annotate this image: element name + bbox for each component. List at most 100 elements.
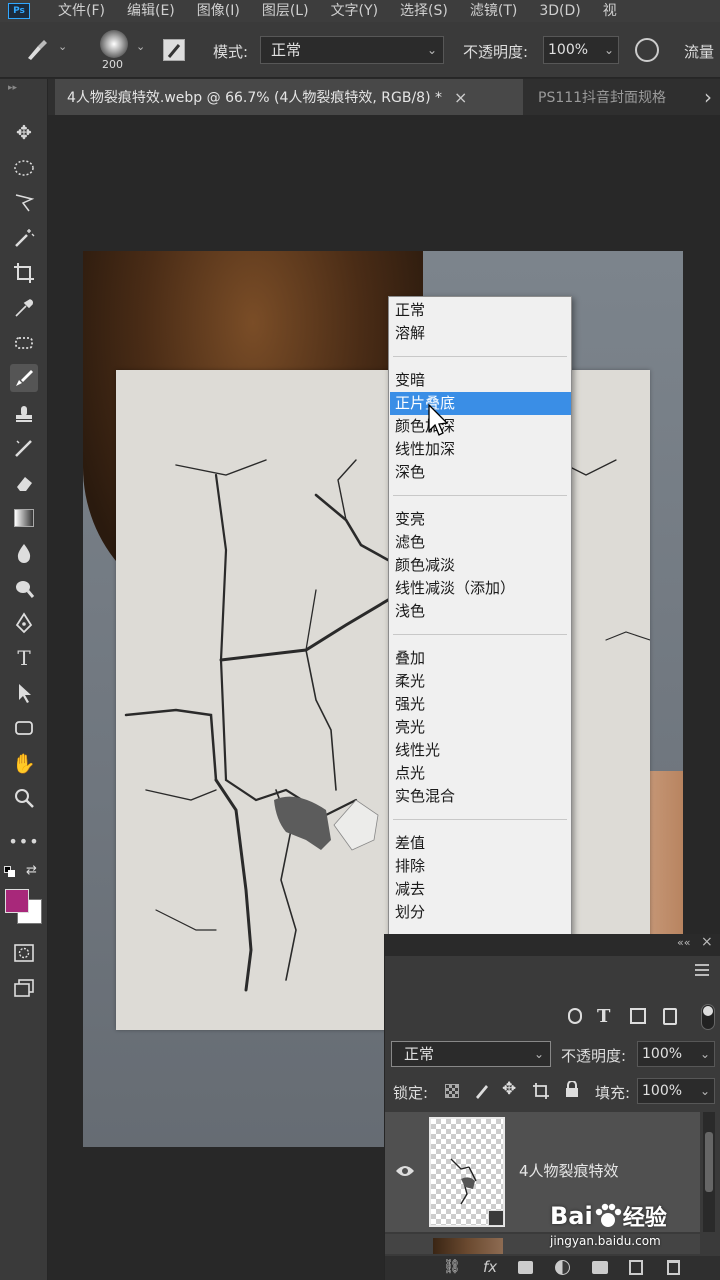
blend-mode-option[interactable]: 变亮	[390, 508, 571, 531]
menu-edit[interactable]: 编辑(E)	[127, 4, 175, 18]
quick-mask-icon[interactable]	[10, 939, 38, 967]
blend-mode-separator	[393, 819, 567, 820]
tab-active-document[interactable]: 4人物裂痕特效.webp @ 66.7% (4人物裂痕特效, RGB/8) * …	[55, 79, 523, 115]
lock-image-icon[interactable]	[473, 1080, 491, 1100]
blend-mode-option[interactable]: 滤色	[390, 531, 571, 554]
blend-mode-option[interactable]: 颜色加深	[390, 415, 571, 438]
move-tool-icon[interactable]: ✥	[10, 119, 38, 147]
lock-artboard-icon[interactable]	[532, 1082, 550, 1100]
filter-adjustment-icon[interactable]	[568, 1008, 582, 1024]
new-layer-icon[interactable]	[629, 1260, 643, 1275]
link-layers-icon[interactable]: ⛓	[443, 1259, 461, 1275]
blend-mode-option[interactable]: 线性加深	[390, 438, 571, 461]
new-group-icon[interactable]	[592, 1261, 608, 1274]
path-selection-icon[interactable]	[10, 679, 38, 707]
layers-scrollbar[interactable]	[703, 1112, 715, 1232]
blend-mode-option[interactable]: 划分	[390, 901, 571, 924]
panel-menu-icon[interactable]	[695, 964, 709, 976]
more-tools-icon[interactable]: •••	[8, 827, 38, 855]
blend-mode-option[interactable]: 深色	[390, 461, 571, 484]
delete-layer-icon[interactable]	[667, 1260, 680, 1275]
mode-select[interactable]: 正常 ⌄	[260, 36, 444, 64]
pen-tool-icon[interactable]	[10, 609, 38, 637]
type-tool-icon[interactable]: T	[10, 644, 38, 672]
menu-3d[interactable]: 3D(D)	[539, 4, 580, 18]
swap-colors-icon[interactable]: ⇄	[26, 863, 37, 878]
menu-select[interactable]: 选择(S)	[400, 4, 448, 18]
visibility-eye-icon[interactable]	[395, 1164, 415, 1178]
history-brush-icon[interactable]	[10, 434, 38, 462]
brush-size-preview-icon[interactable]	[100, 30, 128, 58]
filter-smart-object-icon[interactable]	[663, 1008, 677, 1025]
healing-brush-icon[interactable]	[10, 329, 38, 357]
chevron-down-icon[interactable]: ⌄	[58, 40, 67, 53]
filter-shape-icon[interactable]	[630, 1008, 646, 1024]
blend-mode-option[interactable]: 减去	[390, 878, 571, 901]
menu-image[interactable]: 图像(I)	[197, 4, 240, 18]
layer-opacity-value: 100%	[642, 1046, 683, 1062]
blend-mode-option[interactable]: 柔光	[390, 670, 571, 693]
add-mask-icon[interactable]	[518, 1261, 533, 1274]
gradient-tool-icon[interactable]	[10, 504, 38, 532]
crop-tool-icon[interactable]	[10, 259, 38, 287]
tab-inactive-document[interactable]: PS111抖音封面规格	[528, 79, 693, 115]
filter-toggle-icon[interactable]	[701, 1004, 715, 1030]
watermark-brand-cn: 经验	[622, 1206, 667, 1231]
menu-layer[interactable]: 图层(L)	[262, 4, 309, 18]
close-icon[interactable]: ×	[454, 88, 467, 107]
filter-type-icon[interactable]: T	[597, 1006, 610, 1027]
menu-type[interactable]: 文字(Y)	[331, 4, 378, 18]
blend-mode-option[interactable]: 实色混合	[390, 785, 571, 808]
blend-mode-option[interactable]: 叠加	[390, 647, 571, 670]
menu-file[interactable]: 文件(F)	[58, 4, 105, 18]
blend-mode-option[interactable]: 线性光	[390, 739, 571, 762]
collapse-panel-icon[interactable]: ««	[677, 936, 690, 949]
blend-mode-option[interactable]: 溶解	[390, 322, 571, 345]
magic-wand-icon[interactable]	[10, 224, 38, 252]
tabs-scroll-arrow-icon[interactable]: ›	[704, 85, 712, 109]
panel-collapse-icon[interactable]: ▸▸	[8, 83, 17, 93]
blend-mode-dropdown[interactable]: 正常 溶解变暗 正片叠底 颜色加深 线性加深 深色变亮 滤色 颜色减淡 线性减淡（添加） 浅色叠加…	[388, 296, 572, 1040]
zoom-tool-icon[interactable]	[10, 784, 38, 812]
blend-mode-option[interactable]: 亮光	[390, 716, 571, 739]
default-colors-icon[interactable]	[4, 866, 16, 878]
blend-mode-option[interactable]: 浅色	[390, 600, 571, 623]
blend-mode-option[interactable]: 排除	[390, 855, 571, 878]
opacity-input[interactable]: 100% ⌄	[543, 36, 619, 64]
blend-mode-option[interactable]: 点光	[390, 762, 571, 785]
blend-mode-option[interactable]: 差值	[390, 832, 571, 855]
brush-tool-icon[interactable]	[10, 364, 38, 392]
blend-mode-option[interactable]: 颜色减淡	[390, 554, 571, 577]
menu-filter[interactable]: 滤镜(T)	[470, 4, 517, 18]
layer-opacity-input[interactable]: 100% ⌄	[637, 1041, 715, 1067]
blend-mode-option[interactable]: 正片叠底	[390, 392, 571, 415]
ellipse-marquee-icon[interactable]	[10, 154, 38, 182]
lock-position-icon[interactable]: ✥	[502, 1079, 516, 1099]
fill-input[interactable]: 100% ⌄	[637, 1078, 715, 1104]
lock-transparent-icon[interactable]	[445, 1084, 459, 1098]
adjustment-layer-icon[interactable]	[555, 1260, 570, 1275]
layer-style-icon[interactable]: fx	[483, 1258, 497, 1276]
screen-mode-icon[interactable]	[10, 974, 38, 1002]
polygon-lasso-icon[interactable]	[10, 189, 38, 217]
close-icon[interactable]: ×	[701, 934, 713, 950]
lock-all-icon[interactable]	[565, 1080, 579, 1097]
pressure-opacity-icon[interactable]	[635, 38, 659, 62]
foreground-color-swatch[interactable]	[5, 889, 29, 913]
hand-tool-icon[interactable]: ✋	[10, 749, 38, 777]
blend-mode-option[interactable]: 变暗	[390, 369, 571, 392]
rectangle-tool-icon[interactable]	[10, 714, 38, 742]
menu-view[interactable]: 视	[603, 4, 617, 18]
clone-stamp-icon[interactable]	[10, 399, 38, 427]
brush-settings-panel-icon[interactable]	[163, 39, 185, 61]
blend-mode-option[interactable]: 强光	[390, 693, 571, 716]
blend-mode-option[interactable]: 线性减淡（添加）	[390, 577, 571, 600]
blend-mode-option[interactable]: 正常	[390, 299, 571, 322]
layer-blend-select[interactable]: 正常 ⌄	[391, 1041, 551, 1067]
eraser-icon[interactable]	[10, 469, 38, 497]
dodge-tool-icon[interactable]	[10, 574, 38, 602]
chevron-down-icon[interactable]: ⌄	[136, 40, 145, 53]
brush-tool-preset-icon[interactable]	[22, 36, 52, 64]
blur-tool-icon[interactable]	[10, 539, 38, 567]
eyedropper-icon[interactable]	[10, 294, 38, 322]
